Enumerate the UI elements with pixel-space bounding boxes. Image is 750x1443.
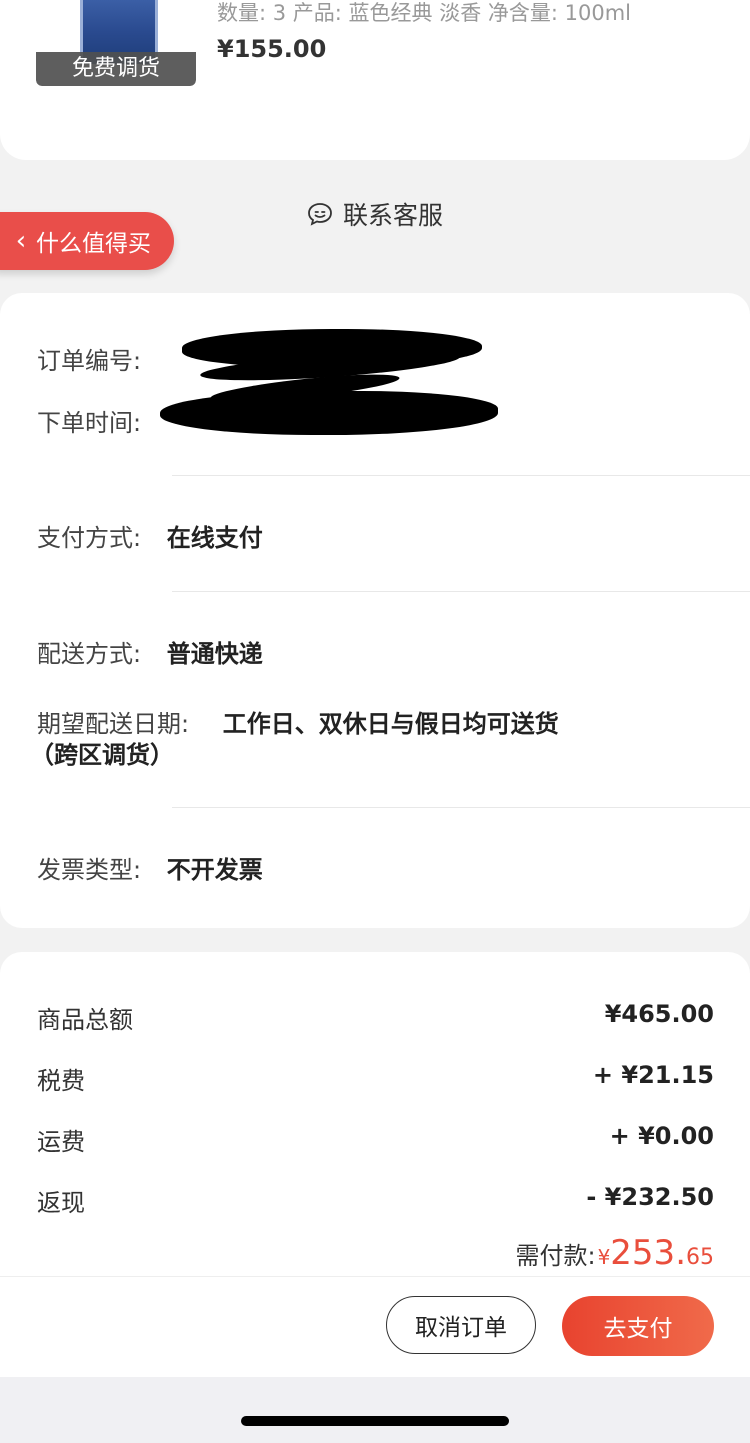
order-details-card: 订单编号: 下单时间: 支付方式: 在线支付 配送方式: 普通快递 期望配送日期… <box>0 293 750 928</box>
cancel-order-button[interactable]: 取消订单 <box>386 1296 536 1354</box>
home-indicator-area <box>0 1377 750 1443</box>
product-price: ¥155.00 <box>217 35 327 63</box>
shipping-label: 运费 <box>37 1128 85 1156</box>
cashback-value: - ¥232.50 <box>586 1183 714 1211</box>
product-image[interactable]: 免费调货 <box>36 0 196 86</box>
cashback-label: 返现 <box>37 1189 85 1217</box>
amount-payable-label: 需付款: <box>515 1242 596 1270</box>
summary-row-tax: 税费 + ¥21.15 <box>37 1061 714 1096</box>
expected-delivery-value: 工作日、双休日与假日均可送货 <box>222 710 559 738</box>
order-number-row: 订单编号: <box>37 341 141 376</box>
summary-row-shipping: 运费 + ¥0.00 <box>37 1122 714 1157</box>
expected-delivery-row: 期望配送日期: 工作日、双休日与假日均可送货 <box>37 704 559 739</box>
amount-payable: 需付款: ¥ 253. 65 <box>515 1233 714 1273</box>
amount-payable-decimal: 65 <box>686 1245 714 1270</box>
order-number-label: 订单编号: <box>37 347 142 375</box>
invoice-type-row: 发票类型: 不开发票 <box>37 850 263 885</box>
invoice-type-value: 不开发票 <box>166 856 263 884</box>
amount-payable-currency: ¥ <box>597 1245 611 1269</box>
shipping-value: + ¥0.00 <box>609 1122 714 1150</box>
divider <box>172 807 750 808</box>
free-transfer-badge: 免费调货 <box>36 52 196 86</box>
order-time-label: 下单时间: <box>37 409 142 437</box>
product-spec: 数量: 3 产品: 蓝色经典 淡香 净含量: 100ml <box>217 1 632 25</box>
chevron-left-icon: ‹ <box>15 226 27 256</box>
expected-delivery-note-row: （跨区调货） <box>30 735 174 770</box>
bottom-action-bar: 取消订单 去支付 <box>0 1276 750 1377</box>
invoice-type-label: 发票类型: <box>37 856 142 884</box>
payment-method-row: 支付方式: 在线支付 <box>37 518 263 553</box>
goods-total-label: 商品总额 <box>37 1006 133 1034</box>
pay-button[interactable]: 去支付 <box>562 1296 714 1356</box>
divider <box>172 591 750 592</box>
tax-value: + ¥21.15 <box>592 1061 714 1089</box>
home-indicator[interactable] <box>241 1416 509 1426</box>
expected-delivery-label: 期望配送日期: <box>37 710 190 738</box>
delivery-method-label: 配送方式: <box>37 640 142 668</box>
tax-label: 税费 <box>37 1067 85 1095</box>
back-to-smzdm-button[interactable]: ‹ 什么值得买 <box>0 212 174 270</box>
product-card: 免费调货 数量: 3 产品: 蓝色经典 淡香 净含量: 100ml ¥155.0… <box>0 0 750 160</box>
summary-row-cashback: 返现 - ¥232.50 <box>37 1183 714 1218</box>
delivery-method-value: 普通快递 <box>166 640 263 668</box>
summary-row-goods-total: 商品总额 ¥465.00 <box>37 1000 714 1035</box>
delivery-method-row: 配送方式: 普通快递 <box>37 634 263 669</box>
back-to-smzdm-label: 什么值得买 <box>36 231 151 257</box>
divider <box>172 475 750 476</box>
payment-method-label: 支付方式: <box>37 524 142 552</box>
payment-method-value: 在线支付 <box>166 524 263 552</box>
contact-service-label: 联系客服 <box>342 201 443 230</box>
order-time-row: 下单时间: <box>37 403 141 438</box>
chat-bubble-icon <box>307 201 333 227</box>
amount-payable-integer: 253. <box>610 1233 686 1273</box>
goods-total-value: ¥465.00 <box>604 1000 714 1028</box>
expected-delivery-note: （跨区调货） <box>30 741 174 769</box>
